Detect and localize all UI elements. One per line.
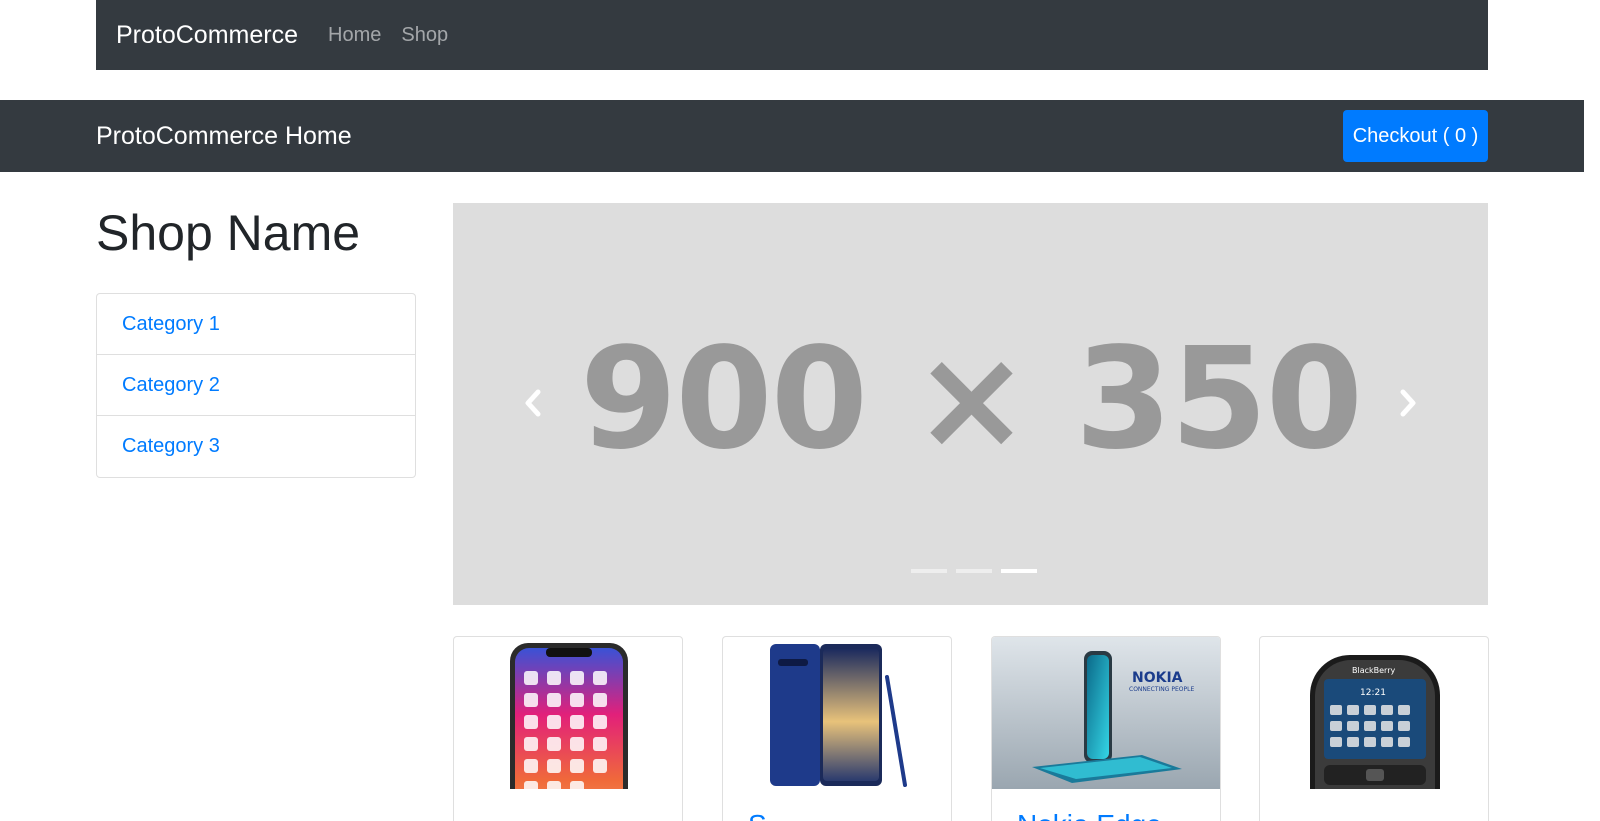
carousel-next-button[interactable] — [1383, 373, 1433, 433]
svg-text:NOKIA: NOKIA — [1132, 670, 1183, 686]
checkout-button[interactable]: Checkout ( 0 ) — [1343, 110, 1488, 162]
category-item-2[interactable]: Category 2 — [97, 355, 415, 416]
product-title[interactable]: Nokia Edge — [1017, 809, 1162, 821]
carousel-prev-button[interactable] — [508, 373, 558, 433]
top-navbar: ProtoCommerce Home Shop — [96, 0, 1488, 70]
carousel-placeholder-text: 900 × 350 — [579, 317, 1363, 481]
product-card-2[interactable]: S — [722, 636, 952, 821]
home-title[interactable]: ProtoCommerce Home — [96, 100, 352, 172]
carousel: 900 × 350 — [453, 203, 1488, 605]
shop-name-heading: Shop Name — [96, 205, 361, 261]
chevron-left-icon — [525, 389, 541, 417]
svg-text:CONNECTING PEOPLE: CONNECTING PEOPLE — [1129, 686, 1194, 693]
chevron-right-icon — [1400, 389, 1416, 417]
nav-link-home[interactable]: Home — [328, 24, 381, 47]
carousel-indicator-1[interactable] — [911, 569, 947, 573]
svg-text:12:21: 12:21 — [1360, 688, 1386, 698]
category-item-1[interactable]: Category 1 — [97, 294, 415, 355]
navbar-brand[interactable]: ProtoCommerce — [116, 21, 298, 50]
carousel-indicator-3[interactable] — [1001, 569, 1037, 573]
home-navbar: ProtoCommerce Home Checkout ( 0 ) — [0, 100, 1584, 172]
product-card-3[interactable]: NOKIA CONNECTING PEOPLE Nokia Edge — [991, 636, 1221, 821]
product-card-1[interactable] — [453, 636, 683, 821]
iphone-x-image[interactable] — [454, 637, 682, 789]
carousel-indicator-2[interactable] — [956, 569, 992, 573]
category-item-3[interactable]: Category 3 — [97, 416, 415, 477]
carousel-indicators — [453, 569, 1488, 573]
nokia-edge-image[interactable]: NOKIA CONNECTING PEOPLE — [992, 637, 1220, 789]
product-card-4[interactable]: BlackBerry 12:21 — [1259, 636, 1489, 821]
product-title[interactable]: S — [748, 809, 767, 821]
svg-text:BlackBerry: BlackBerry — [1352, 666, 1395, 675]
category-list: Category 1 Category 2 Category 3 — [96, 293, 416, 478]
nav-link-shop[interactable]: Shop — [401, 24, 448, 47]
blackberry-image[interactable]: BlackBerry 12:21 — [1260, 637, 1488, 789]
samsung-note-image[interactable] — [723, 637, 951, 789]
